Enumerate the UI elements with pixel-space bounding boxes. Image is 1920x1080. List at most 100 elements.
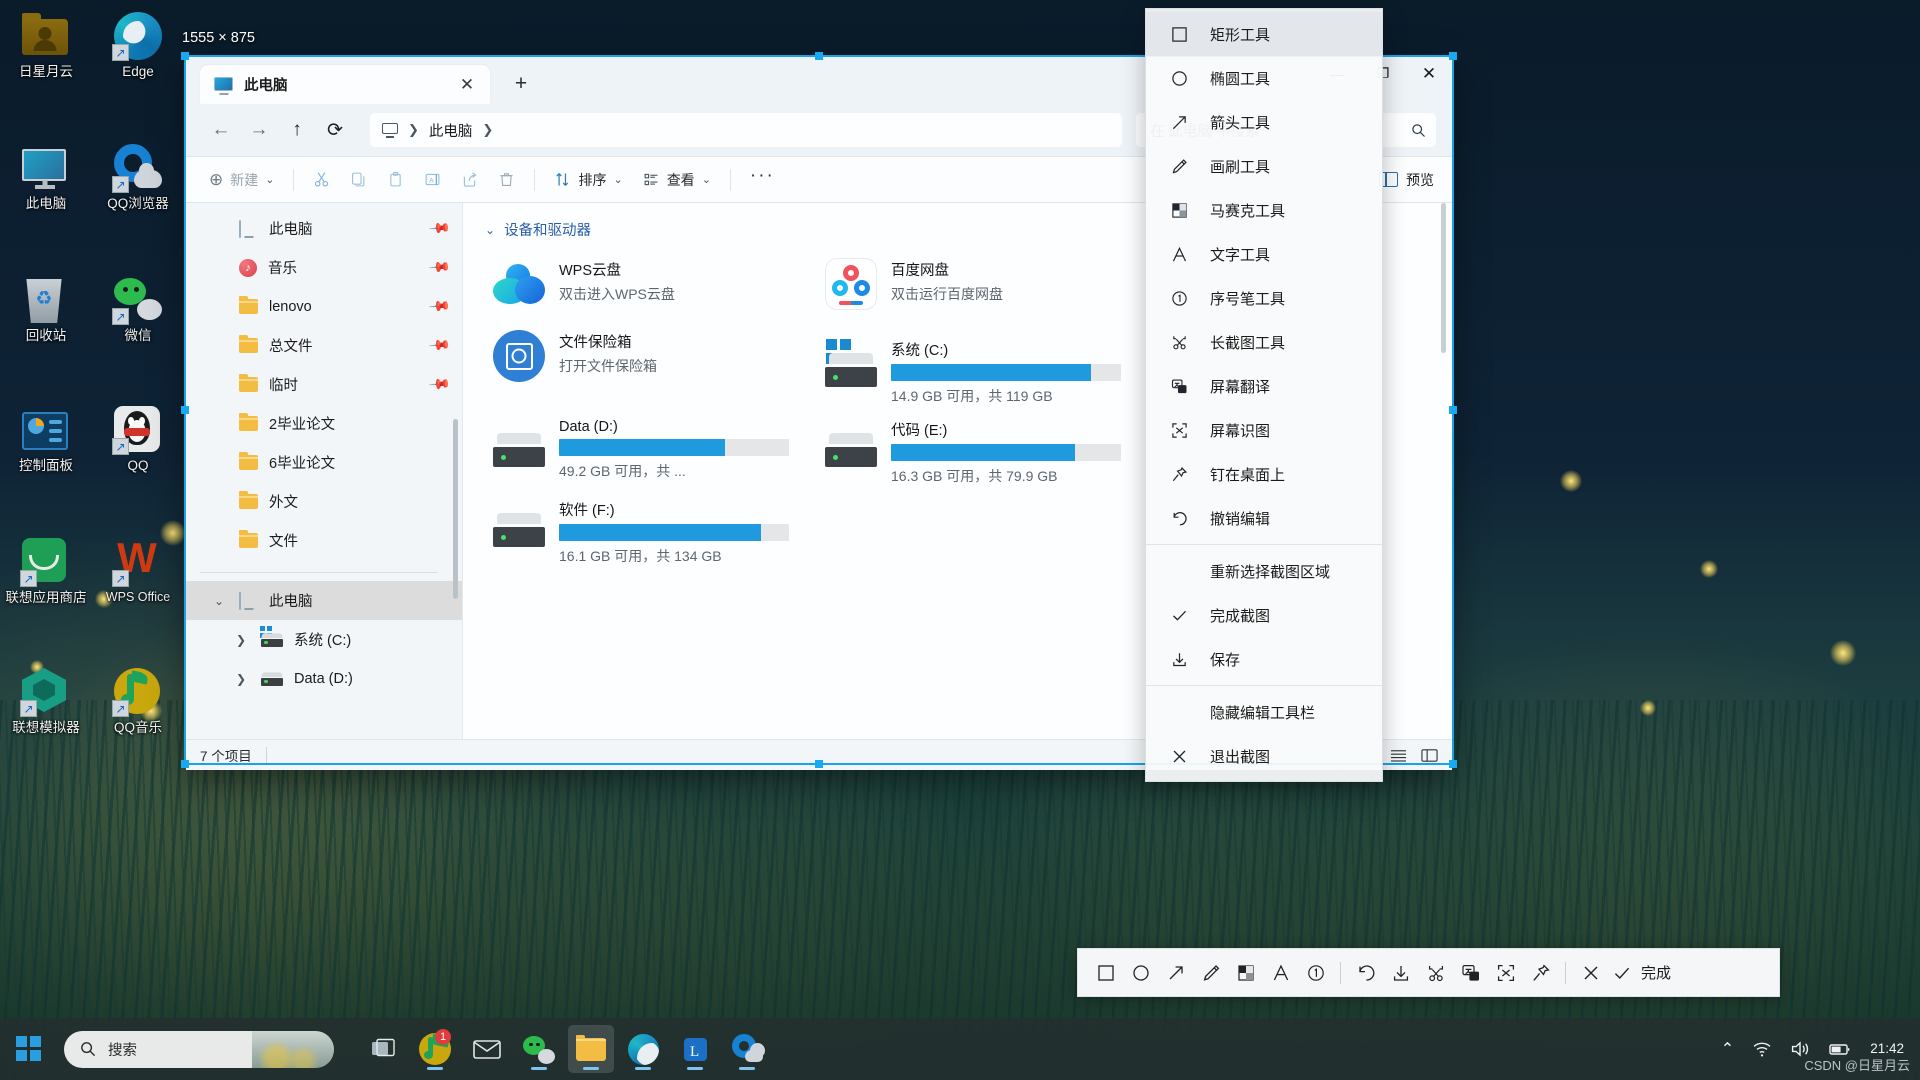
menu-item-mosaic-tool[interactable]: 马赛克工具 xyxy=(1146,188,1382,232)
cut-button[interactable] xyxy=(304,163,339,197)
chevron-right-icon[interactable]: ❯ xyxy=(232,672,250,686)
wechat-taskbar-button[interactable] xyxy=(516,1025,562,1073)
menu-item-brush-tool[interactable]: 画刷工具 xyxy=(1146,144,1382,188)
pin-icon[interactable]: 📌 xyxy=(427,333,451,357)
sidebar-item-music[interactable]: ♪ 音乐 📌 xyxy=(186,248,462,287)
pin-to-desktop-button[interactable] xyxy=(1523,955,1558,990)
rename-button[interactable]: A xyxy=(415,163,450,197)
qq-music-taskbar-button[interactable]: 1 xyxy=(412,1025,458,1073)
back-button[interactable]: ← xyxy=(202,113,240,147)
desktop-icon-lenovo-emulator[interactable]: ↗ 联想模拟器 xyxy=(0,664,92,754)
desktop-icon-this-pc[interactable]: 此电脑 xyxy=(0,140,92,230)
close-window-button[interactable]: ✕ xyxy=(1406,57,1452,90)
menu-item-screen-recognize[interactable]: 屏幕识图 xyxy=(1146,408,1382,452)
list-item[interactable]: Data (D:) 49.2 GB 可用，共 ... xyxy=(485,414,805,486)
menu-item-exit-screenshot[interactable]: 退出截图 xyxy=(1146,734,1382,778)
share-button[interactable] xyxy=(452,163,487,197)
content-scrollbar[interactable] xyxy=(1441,203,1446,353)
menu-item-undo-edit[interactable]: 撤销编辑 xyxy=(1146,496,1382,540)
sidebar-item-this-pc-quick[interactable]: 此电脑 📌 xyxy=(186,209,462,248)
rectangle-tool-button[interactable] xyxy=(1088,955,1123,990)
menu-item-ellipse-tool[interactable]: 椭圆工具 xyxy=(1146,56,1382,100)
menu-item-save[interactable]: 保存 xyxy=(1146,637,1382,681)
list-item[interactable]: 文件保险箱 打开文件保险箱 xyxy=(485,326,805,398)
refresh-button[interactable]: ⟳ xyxy=(316,113,354,147)
desktop-icon-qq[interactable]: ↗ QQ xyxy=(92,402,184,492)
mail-taskbar-button[interactable] xyxy=(464,1025,510,1073)
long-screenshot-button[interactable] xyxy=(1418,955,1453,990)
menu-item-number-pen-tool[interactable]: 序号笔工具 xyxy=(1146,276,1382,320)
sidebar-item-files[interactable]: 文件 xyxy=(186,521,462,560)
desktop-icon-wechat[interactable]: ↗ 微信 xyxy=(92,272,184,362)
forward-button[interactable]: → xyxy=(240,113,278,147)
taskbar-search-input[interactable]: 搜索 xyxy=(64,1031,334,1068)
pin-icon[interactable]: 📌 xyxy=(427,216,451,240)
ellipse-tool-button[interactable] xyxy=(1123,955,1158,990)
preview-pane-button[interactable]: 预览 xyxy=(1379,170,1438,190)
sidebar-item-foreign[interactable]: 外文 xyxy=(186,482,462,521)
menu-item-reselect-region[interactable]: 重新选择截图区域 xyxy=(1146,549,1382,593)
number-pen-tool-button[interactable] xyxy=(1298,955,1333,990)
new-tab-button[interactable]: + xyxy=(504,67,538,101)
breadcrumb[interactable]: ❯ 此电脑 ❯ xyxy=(370,113,1122,147)
sidebar-item-thesis-2[interactable]: 2毕业论文 xyxy=(186,404,462,443)
menu-item-finish-screenshot[interactable]: 完成截图 xyxy=(1146,593,1382,637)
breadcrumb-current[interactable]: 此电脑 xyxy=(429,120,473,141)
desktop-icon-qq-browser[interactable]: ↗ QQ浏览器 xyxy=(92,140,184,230)
chevron-down-icon[interactable]: ⌄ xyxy=(485,223,495,237)
sidebar-item-thesis-6[interactable]: 6毕业论文 xyxy=(186,443,462,482)
pin-icon[interactable]: 📌 xyxy=(427,372,451,396)
menu-item-text-tool[interactable]: 文字工具 xyxy=(1146,232,1382,276)
view-button[interactable]: 查看 ⌄ xyxy=(634,163,720,197)
screen-translate-button[interactable]: A xyxy=(1453,955,1488,990)
tab-this-pc[interactable]: 此电脑 ✕ xyxy=(200,65,490,104)
paste-button[interactable] xyxy=(378,163,413,197)
sidebar-item-this-pc-tree[interactable]: ⌄ 此电脑 xyxy=(186,581,462,620)
more-options-button[interactable]: ··· xyxy=(741,163,784,197)
pin-icon[interactable]: 📌 xyxy=(427,255,451,279)
exit-screenshot-button[interactable] xyxy=(1573,955,1608,990)
chevron-down-icon[interactable]: ⌄ xyxy=(210,594,228,608)
lenovo-taskbar-button[interactable]: L xyxy=(672,1025,718,1073)
start-button[interactable] xyxy=(0,1018,58,1080)
sidebar-item-all-files[interactable]: 总文件 📌 xyxy=(186,326,462,365)
wifi-icon[interactable] xyxy=(1752,1040,1772,1058)
text-tool-button[interactable] xyxy=(1263,955,1298,990)
sidebar-item-lenovo[interactable]: lenovo 📌 xyxy=(186,287,462,326)
menu-item-rectangle-tool[interactable]: 矩形工具 xyxy=(1146,12,1382,56)
brush-tool-button[interactable] xyxy=(1193,955,1228,990)
search-icon[interactable] xyxy=(1411,123,1426,138)
new-button[interactable]: ⊕ 新建 ⌄ xyxy=(200,163,283,197)
delete-button[interactable] xyxy=(489,163,524,197)
list-item[interactable]: WPS云盘 双击进入WPS云盘 xyxy=(485,254,805,326)
sidebar-scrollbar[interactable] xyxy=(453,419,458,599)
screen-recognize-button[interactable] xyxy=(1488,955,1523,990)
save-button[interactable] xyxy=(1383,955,1418,990)
sort-button[interactable]: 排序 ⌄ xyxy=(545,163,631,197)
list-item[interactable]: 百度网盘 双击运行百度网盘 xyxy=(817,254,1137,326)
desktop-icon-qq-music[interactable]: ↗ QQ音乐 xyxy=(92,664,184,754)
up-button[interactable]: ↑ xyxy=(278,113,316,147)
menu-item-long-screenshot-tool[interactable]: 长截图工具 xyxy=(1146,320,1382,364)
sidebar-item-drive-c[interactable]: ❯ 系统 (C:) xyxy=(186,620,462,659)
list-item[interactable]: 代码 (E:) 16.3 GB 可用，共 79.9 GB xyxy=(817,414,1137,486)
details-view-icon[interactable] xyxy=(1390,748,1407,763)
tiles-view-icon[interactable] xyxy=(1421,748,1438,763)
edge-taskbar-button[interactable] xyxy=(620,1025,666,1073)
file-explorer-taskbar-button[interactable] xyxy=(568,1025,614,1073)
pin-icon[interactable]: 📌 xyxy=(427,294,451,318)
task-view-button[interactable] xyxy=(360,1025,406,1073)
desktop-icon-control-panel[interactable]: 控制面板 xyxy=(0,402,92,492)
desktop-icon-wps-office[interactable]: W ↗ WPS Office xyxy=(92,534,184,624)
menu-item-screen-translate[interactable]: A 屏幕翻译 xyxy=(1146,364,1382,408)
menu-item-arrow-tool[interactable]: 箭头工具 xyxy=(1146,100,1382,144)
desktop-icon-user-folder[interactable]: 日星月云 xyxy=(0,8,92,98)
close-tab-icon[interactable]: ✕ xyxy=(454,75,480,95)
done-button[interactable]: 完成 xyxy=(1608,962,1671,983)
desktop-icon-edge[interactable]: ↗ Edge xyxy=(92,8,184,98)
list-item[interactable]: 软件 (F:) 16.1 GB 可用，共 134 GB xyxy=(485,494,805,566)
arrow-tool-button[interactable] xyxy=(1158,955,1193,990)
menu-item-pin-to-desktop[interactable]: 钉在桌面上 xyxy=(1146,452,1382,496)
desktop-icon-recycle-bin[interactable]: ♻ 回收站 xyxy=(0,272,92,362)
chevron-right-icon[interactable]: ❯ xyxy=(232,633,250,647)
